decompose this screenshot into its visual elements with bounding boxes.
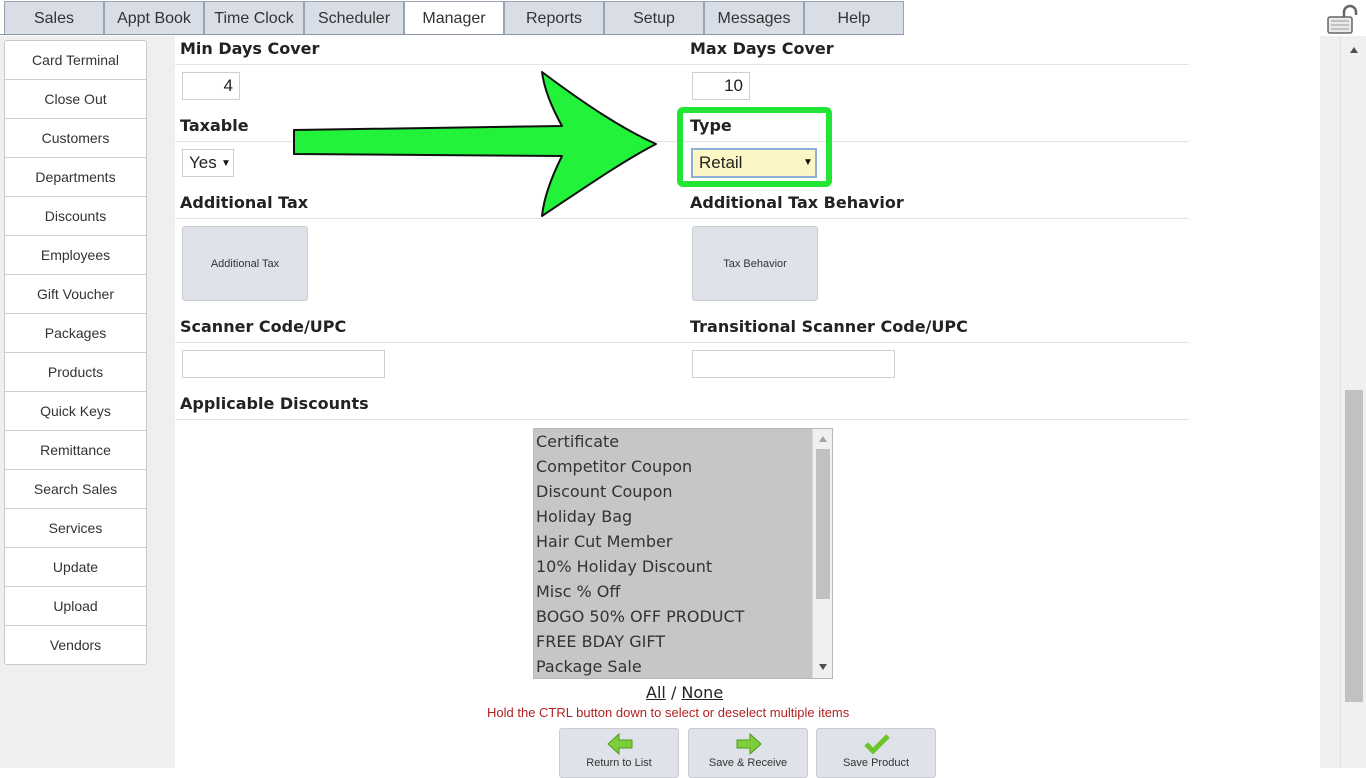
list-item[interactable]: Misc % Off bbox=[536, 579, 620, 604]
lock-icon[interactable] bbox=[1326, 4, 1358, 34]
select-all-link[interactable]: All bbox=[646, 683, 666, 702]
tab-setup[interactable]: Setup bbox=[604, 1, 704, 35]
tab-sales[interactable]: Sales bbox=[4, 1, 104, 35]
sidebar-item-gift-voucher[interactable]: Gift Voucher bbox=[5, 275, 146, 314]
max-days-cover-input[interactable]: 10 bbox=[692, 72, 750, 100]
scroll-up-icon[interactable] bbox=[1349, 46, 1359, 54]
list-item[interactable]: Competitor Coupon bbox=[536, 454, 692, 479]
tab-appt-book[interactable]: Appt Book bbox=[104, 1, 204, 35]
sidebar-item-update[interactable]: Update bbox=[5, 548, 146, 587]
applicable-discounts-label: Applicable Discounts bbox=[180, 394, 369, 413]
forward-arrow-icon bbox=[736, 733, 762, 755]
page-scroll-thumb[interactable] bbox=[1345, 390, 1363, 702]
min-days-cover-input[interactable]: 4 bbox=[182, 72, 240, 100]
list-item[interactable]: Holiday Bag bbox=[536, 504, 632, 529]
additional-tax-label: Additional Tax bbox=[180, 193, 309, 212]
sidebar-item-departments[interactable]: Departments bbox=[5, 158, 146, 197]
sidebar-item-upload[interactable]: Upload bbox=[5, 587, 146, 626]
scroll-up-icon[interactable] bbox=[818, 435, 828, 443]
scanner-code-input[interactable] bbox=[182, 350, 385, 378]
sidebar-item-discounts[interactable]: Discounts bbox=[5, 197, 146, 236]
list-item[interactable]: Package Sale bbox=[536, 654, 642, 678]
back-arrow-icon bbox=[607, 733, 633, 755]
save-product-label: Save Product bbox=[842, 757, 910, 769]
top-navigation: Sales Appt Book Time Clock Scheduler Man… bbox=[0, 0, 1366, 36]
row-divider bbox=[175, 342, 1189, 343]
tab-help[interactable]: Help bbox=[804, 1, 904, 35]
multi-select-hint: Hold the CTRL button down to select or d… bbox=[487, 705, 850, 720]
nav-underline bbox=[0, 34, 904, 35]
save-and-receive-label: Save & Receive bbox=[708, 757, 788, 769]
list-item[interactable]: Hair Cut Member bbox=[536, 529, 672, 554]
sidebar-item-products[interactable]: Products bbox=[5, 353, 146, 392]
sidebar-item-customers[interactable]: Customers bbox=[5, 119, 146, 158]
select-none-link[interactable]: None bbox=[681, 683, 723, 702]
transitional-scanner-code-input[interactable] bbox=[692, 350, 895, 378]
tax-behavior-button[interactable]: Tax Behavior bbox=[692, 226, 818, 301]
pointer-arrow-icon bbox=[293, 71, 657, 217]
row-divider bbox=[175, 419, 1189, 420]
list-item[interactable]: BOGO 50% OFF PRODUCT bbox=[536, 604, 744, 629]
select-links: All / None bbox=[646, 683, 723, 702]
dropdown-arrow-icon: ▼ bbox=[221, 158, 231, 169]
taxable-label: Taxable bbox=[180, 116, 249, 135]
scanner-code-label: Scanner Code/UPC bbox=[180, 317, 347, 336]
sidebar-item-employees[interactable]: Employees bbox=[5, 236, 146, 275]
type-highlight-box bbox=[677, 107, 832, 187]
sidebar-item-search-sales[interactable]: Search Sales bbox=[5, 470, 146, 509]
tab-time-clock[interactable]: Time Clock bbox=[204, 1, 304, 35]
sidebar: Card Terminal Close Out Customers Depart… bbox=[4, 40, 147, 665]
taxable-value: Yes bbox=[189, 153, 217, 172]
max-days-cover-label: Max Days Cover bbox=[690, 39, 834, 58]
listbox-scroll-thumb[interactable] bbox=[816, 449, 830, 599]
list-item[interactable]: Discount Coupon bbox=[536, 479, 673, 504]
taxable-select[interactable]: Yes ▼ bbox=[182, 149, 234, 177]
tab-manager[interactable]: Manager bbox=[404, 1, 504, 35]
row-divider bbox=[175, 64, 1189, 65]
sidebar-item-close-out[interactable]: Close Out bbox=[5, 80, 146, 119]
tab-messages[interactable]: Messages bbox=[704, 1, 804, 35]
link-separator: / bbox=[670, 683, 677, 702]
min-days-cover-label: Min Days Cover bbox=[180, 39, 320, 58]
scroll-down-icon[interactable] bbox=[818, 663, 828, 671]
sidebar-item-remittance[interactable]: Remittance bbox=[5, 431, 146, 470]
checkmark-icon bbox=[864, 734, 890, 755]
page-scrollbar[interactable] bbox=[1340, 36, 1366, 768]
discounts-listbox[interactable]: Certificate Competitor Coupon Discount C… bbox=[533, 428, 833, 679]
listbox-scrollbar[interactable] bbox=[812, 429, 832, 678]
sidebar-item-vendors[interactable]: Vendors bbox=[5, 626, 146, 665]
save-and-receive-button[interactable]: Save & Receive bbox=[688, 728, 808, 778]
save-product-button[interactable]: Save Product bbox=[816, 728, 936, 778]
additional-tax-behavior-label: Additional Tax Behavior bbox=[690, 193, 904, 212]
additional-tax-button[interactable]: Additional Tax bbox=[182, 226, 308, 301]
transitional-scanner-code-label: Transitional Scanner Code/UPC bbox=[690, 317, 968, 336]
sidebar-item-card-terminal[interactable]: Card Terminal bbox=[5, 41, 146, 80]
list-item[interactable]: Certificate bbox=[536, 429, 619, 454]
return-to-list-button[interactable]: Return to List bbox=[559, 728, 679, 778]
sidebar-item-quick-keys[interactable]: Quick Keys bbox=[5, 392, 146, 431]
tab-scheduler[interactable]: Scheduler bbox=[304, 1, 404, 35]
list-item[interactable]: 10% Holiday Discount bbox=[536, 554, 712, 579]
sidebar-item-services[interactable]: Services bbox=[5, 509, 146, 548]
return-to-list-label: Return to List bbox=[586, 757, 652, 769]
tab-reports[interactable]: Reports bbox=[504, 1, 604, 35]
sidebar-item-packages[interactable]: Packages bbox=[5, 314, 146, 353]
list-item[interactable]: FREE BDAY GIFT bbox=[536, 629, 665, 654]
